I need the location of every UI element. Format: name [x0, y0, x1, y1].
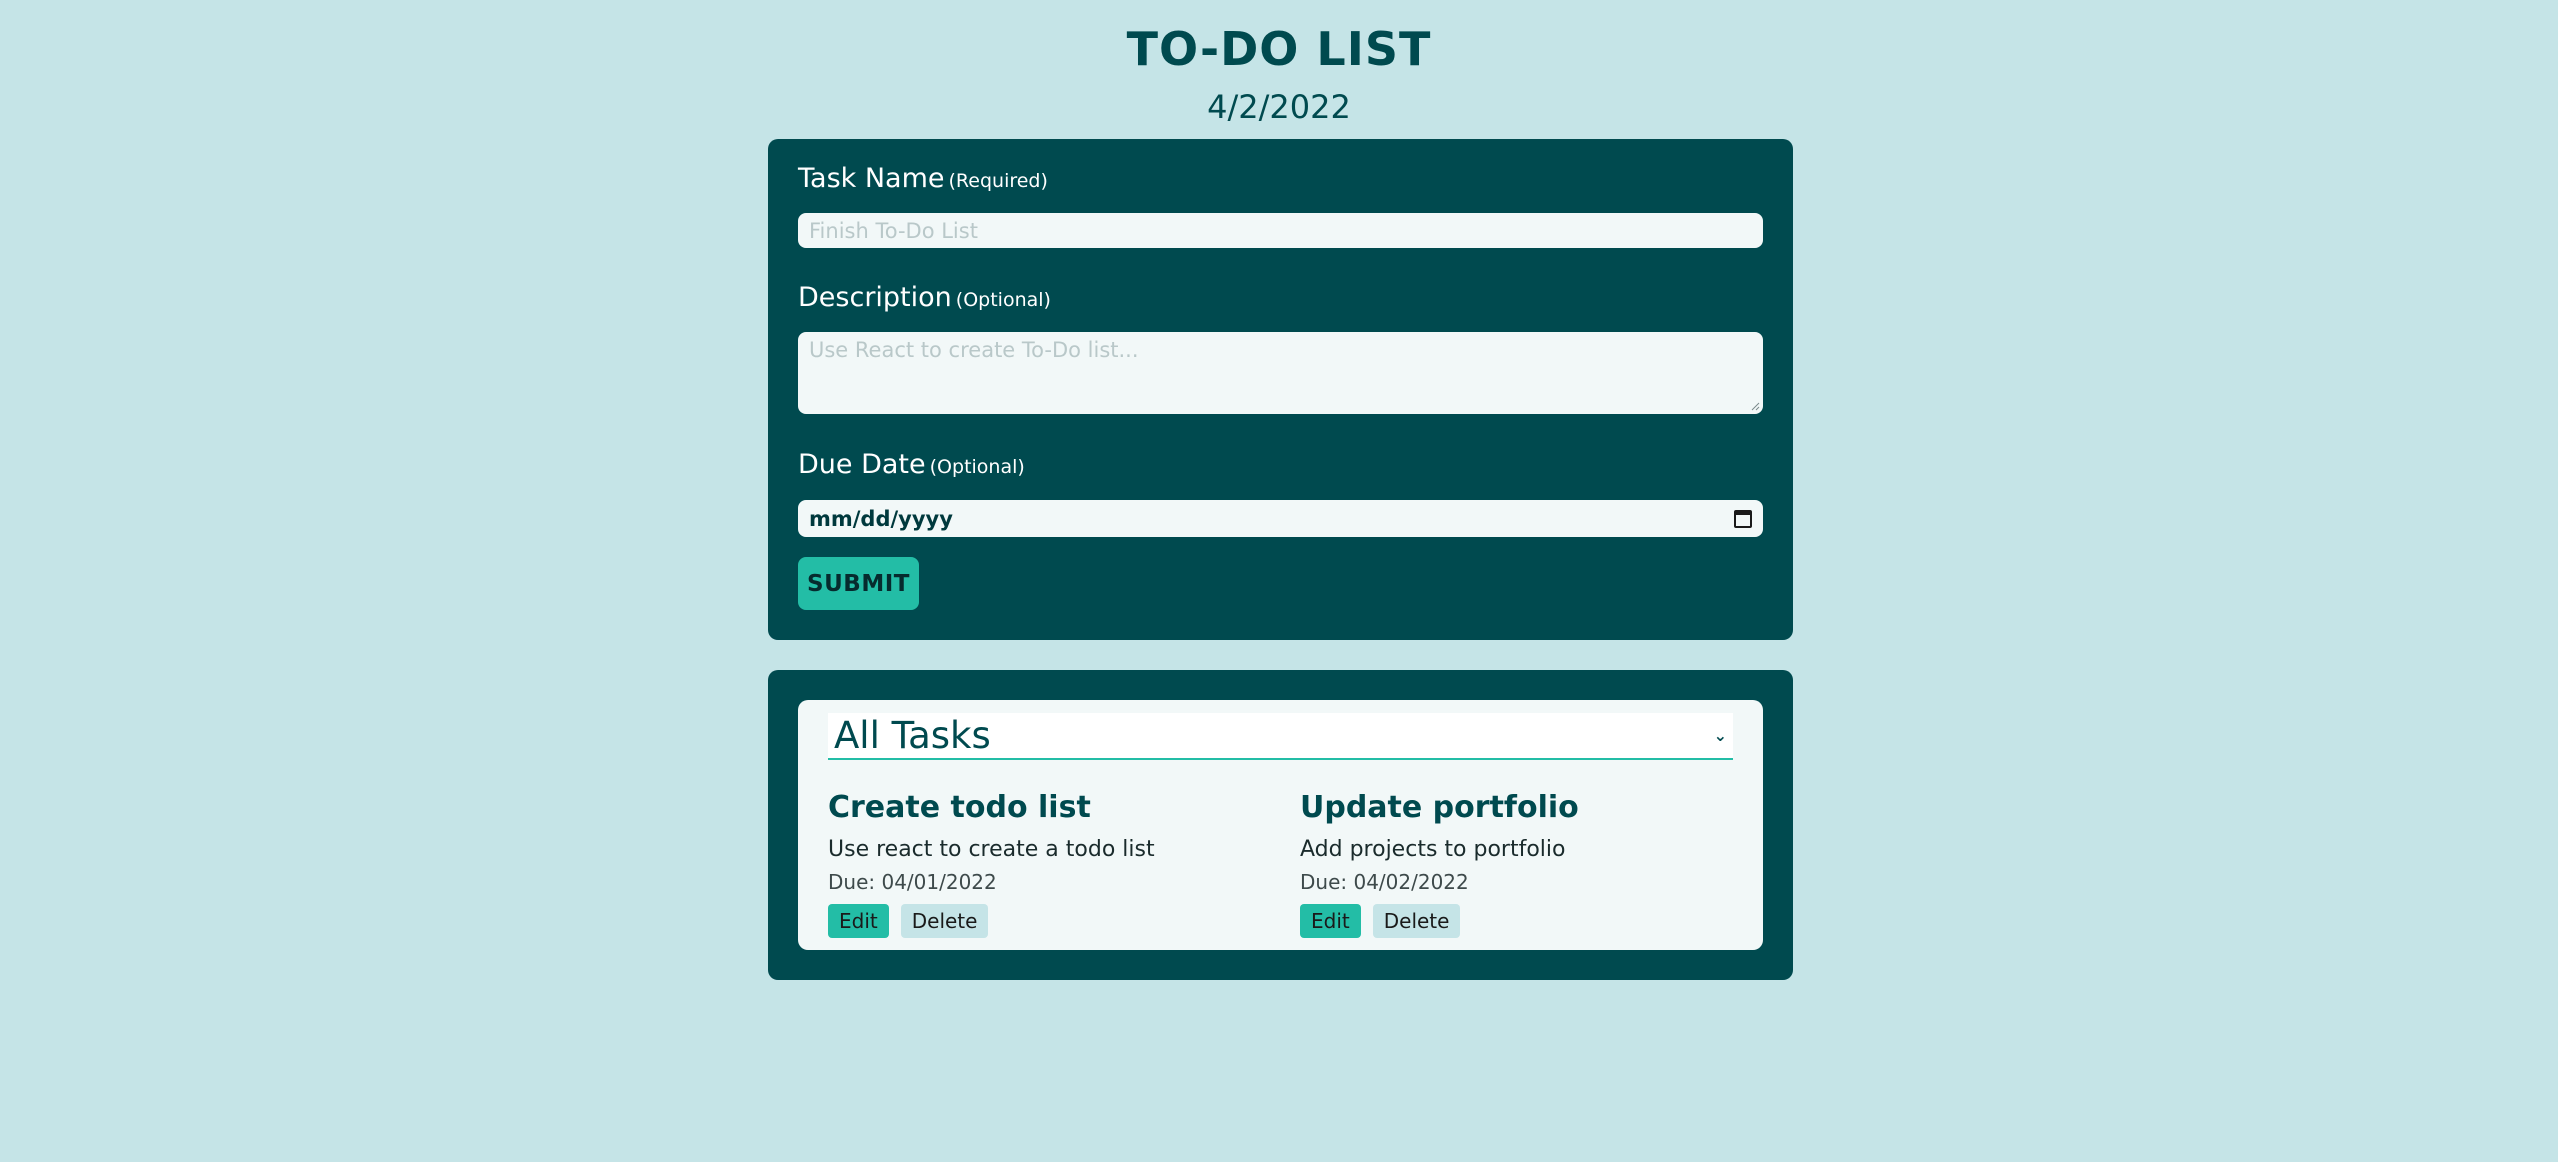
due-date-hint: (Optional) — [929, 456, 1025, 478]
delete-button[interactable]: Delete — [900, 904, 989, 938]
task-name-placeholder: Finish To-Do List — [809, 218, 978, 243]
task-card: Create todo list Use react to create a t… — [828, 790, 1268, 938]
task-filter-value: All Tasks — [834, 714, 991, 757]
due-date-label-text: Due Date — [798, 449, 926, 480]
task-filter-select[interactable]: All Tasks ⌄ — [828, 713, 1733, 760]
task-list-panel: All Tasks ⌄ Create todo list Use react t… — [768, 670, 1793, 980]
task-name-input[interactable]: Finish To-Do List — [798, 213, 1763, 248]
edit-button[interactable]: Edit — [1300, 904, 1361, 938]
task-list: All Tasks ⌄ Create todo list Use react t… — [798, 700, 1763, 950]
task-actions: Edit Delete — [828, 904, 1268, 938]
due-date-value: mm/dd/yyyy — [809, 506, 953, 531]
due-date-label: Due Date (Optional) — [798, 449, 1025, 480]
task-title: Update portfolio — [1300, 790, 1579, 825]
task-form: Task Name (Required) Finish To-Do List De… — [768, 139, 1793, 640]
task-actions: Edit Delete — [1300, 904, 1740, 938]
current-date: 4/2/2022 — [1207, 88, 1351, 126]
submit-button[interactable]: SUBMIT — [798, 557, 919, 610]
task-due-date: Due: 04/01/2022 — [828, 870, 997, 894]
task-name-label: Task Name (Required) — [798, 163, 1048, 194]
page-title: TO-DO LIST — [1126, 22, 1432, 76]
app: TO-DO LIST 4/2/2022 Task Name (Required) … — [0, 0, 2558, 1162]
chevron-down-icon: ⌄ — [1713, 726, 1727, 745]
task-name-hint: (Required) — [948, 170, 1048, 192]
task-description: Add projects to portfolio — [1300, 837, 1566, 862]
calendar-icon[interactable] — [1734, 509, 1752, 528]
description-placeholder: Use React to create To-Do list... — [809, 338, 1139, 362]
description-label: Description (Optional) — [798, 282, 1051, 313]
resize-grip-icon[interactable] — [1750, 401, 1760, 411]
description-textarea[interactable]: Use React to create To-Do list... — [798, 332, 1763, 414]
description-hint: (Optional) — [955, 289, 1051, 311]
task-card: Update portfolio Add projects to portfol… — [1300, 790, 1740, 938]
task-due-date: Due: 04/02/2022 — [1300, 870, 1469, 894]
edit-button[interactable]: Edit — [828, 904, 889, 938]
task-name-label-text: Task Name — [798, 163, 945, 194]
description-label-text: Description — [798, 282, 952, 313]
delete-button[interactable]: Delete — [1372, 904, 1461, 938]
task-description: Use react to create a todo list — [828, 837, 1155, 862]
task-title: Create todo list — [828, 790, 1091, 825]
due-date-input[interactable]: mm/dd/yyyy — [798, 500, 1763, 537]
